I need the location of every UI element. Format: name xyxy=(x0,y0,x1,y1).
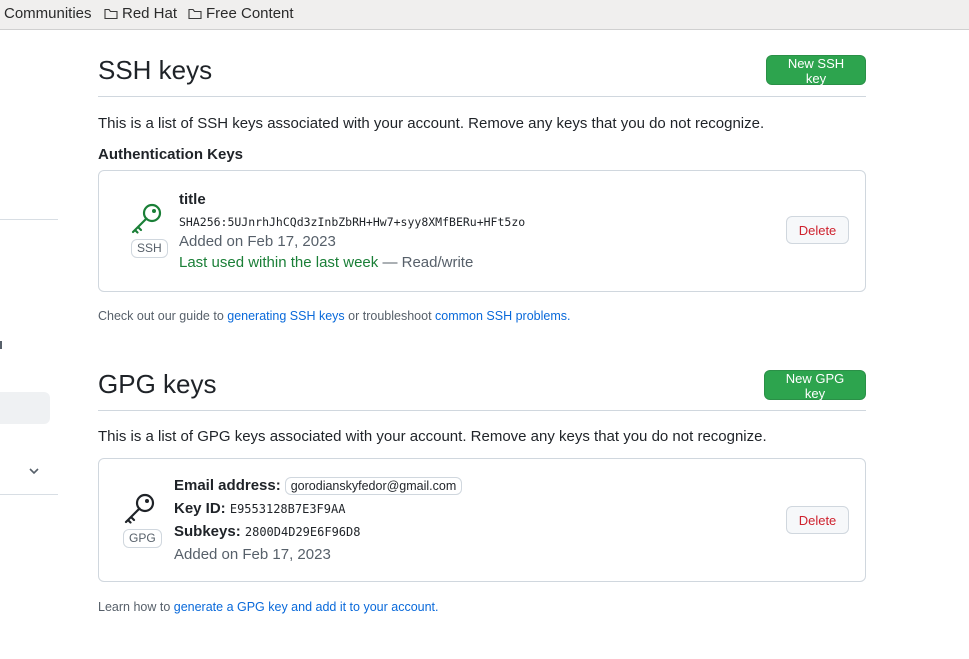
bookmarks-bar: Communities Red Hat Free Content xyxy=(0,0,969,30)
gpg-keyid-row: Key ID: E9553128B7E3F9AA xyxy=(174,500,345,517)
sidebar-item-selected[interactable] xyxy=(0,392,50,424)
sidebar-divider xyxy=(0,219,58,220)
gpg-subkeys-row: Subkeys: 2800D4D29E6F96D8 xyxy=(174,523,360,540)
ssh-key-item: SSH title SHA256:5UJnrhJhCQd3zInbZbRH+Hw… xyxy=(98,170,866,292)
ssh-heading-divider xyxy=(98,96,866,97)
generating-ssh-keys-link[interactable]: generating SSH keys xyxy=(227,309,344,323)
gpg-heading-divider xyxy=(98,410,866,411)
ssh-keys-heading: SSH keys xyxy=(98,55,213,85)
gpg-key-item: GPG Email address: gorodianskyfedor@gmail… xyxy=(98,458,866,582)
bookmark-label: Free Content xyxy=(206,5,294,22)
ssh-key-last-used: Last used within the last week xyxy=(179,254,379,271)
ssh-badge: SSH xyxy=(131,239,168,258)
delete-gpg-key-button[interactable]: Delete xyxy=(786,506,849,534)
ssh-key-title: title xyxy=(179,191,206,208)
folder-icon xyxy=(104,8,118,20)
bookmark-communities[interactable]: Communities xyxy=(4,5,92,22)
sidebar-item-partial[interactable] xyxy=(0,341,2,349)
help-text: Check out our guide to xyxy=(98,309,228,323)
sidebar-divider xyxy=(0,494,58,495)
gpg-email-label: Email address: xyxy=(174,477,281,494)
bookmark-red-hat[interactable]: Red Hat xyxy=(104,5,177,22)
key-icon xyxy=(130,202,164,241)
ssh-key-usage: Last used within the last week — Read/wr… xyxy=(179,254,473,271)
gpg-email-value: gorodianskyfedor@gmail.com xyxy=(284,477,463,495)
gpg-badge: GPG xyxy=(123,529,162,548)
gpg-email-row: Email address: gorodianskyfedor@gmail.com xyxy=(174,477,463,495)
common-ssh-problems-link[interactable]: common SSH problems xyxy=(435,309,567,323)
ssh-key-access: — Read/write xyxy=(378,254,474,271)
key-icon xyxy=(123,492,157,531)
help-text: . xyxy=(435,600,439,614)
gpg-keyid-value: E9553128B7E3F9AA xyxy=(229,502,346,516)
chevron-down-icon[interactable] xyxy=(27,464,41,483)
help-text: or troubleshoot xyxy=(344,309,436,323)
ssh-key-added-date: Added on Feb 17, 2023 xyxy=(179,233,336,250)
delete-ssh-key-button[interactable]: Delete xyxy=(786,216,849,244)
bookmark-label: Red Hat xyxy=(122,5,178,22)
ssh-description: This is a list of SSH keys associated wi… xyxy=(98,115,765,132)
generate-gpg-key-link[interactable]: generate a GPG key and add it to your ac… xyxy=(174,600,435,614)
new-gpg-key-button[interactable]: New GPG key xyxy=(764,370,866,401)
gpg-subkeys-value: 2800D4D29E6F96D8 xyxy=(244,525,361,539)
ssh-help-text: Check out our guide to generating SSH ke… xyxy=(98,309,571,323)
help-text: Learn how to xyxy=(98,600,174,614)
gpg-help-text: Learn how to generate a GPG key and add … xyxy=(98,600,439,614)
folder-icon xyxy=(188,8,202,20)
new-ssh-key-button[interactable]: New SSH key xyxy=(766,55,866,86)
gpg-description: This is a list of GPG keys associated wi… xyxy=(98,428,767,445)
authentication-keys-heading: Authentication Keys xyxy=(98,146,244,163)
gpg-keyid-label: Key ID: xyxy=(174,500,226,517)
gpg-key-added-date: Added on Feb 17, 2023 xyxy=(174,546,331,563)
bookmark-label: Communities xyxy=(4,5,92,22)
bookmark-free-content[interactable]: Free Content xyxy=(188,5,294,22)
gpg-subkeys-label: Subkeys: xyxy=(174,523,241,540)
ssh-key-fingerprint: SHA256:5UJnrhJhCQd3zInbZbRH+Hw7+syy8XMfB… xyxy=(179,215,526,229)
help-text: . xyxy=(567,309,571,323)
gpg-keys-heading: GPG keys xyxy=(98,369,217,399)
